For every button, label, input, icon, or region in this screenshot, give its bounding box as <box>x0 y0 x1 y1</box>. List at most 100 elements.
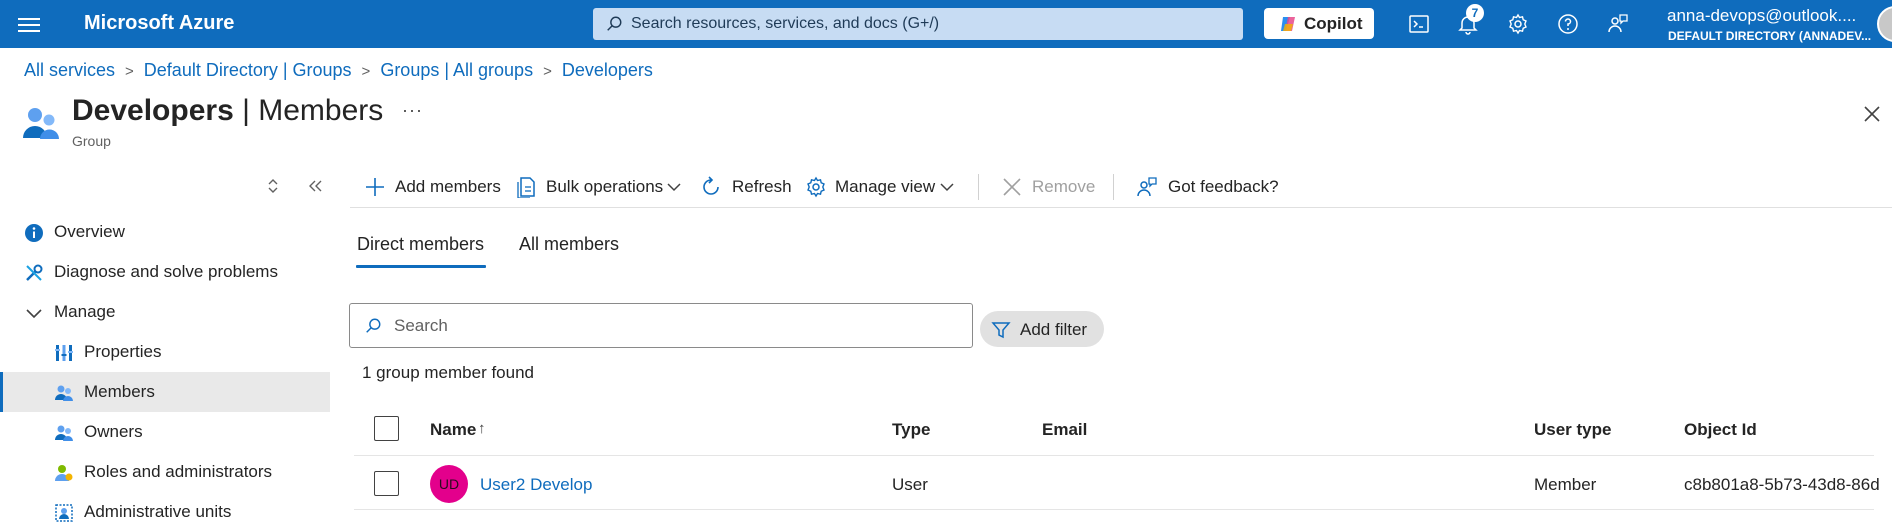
sidebar-item-label: Overview <box>54 222 125 241</box>
tab-direct-members[interactable]: Direct members <box>357 234 484 255</box>
account-avatar[interactable] <box>1877 6 1892 42</box>
info-icon <box>25 224 43 242</box>
member-user-type: Member <box>1534 475 1597 494</box>
member-search-input[interactable] <box>394 315 954 337</box>
remove-label: Remove <box>1032 177 1096 196</box>
page-title-group-name: Developers <box>72 94 234 127</box>
breadcrumb-groups-all-groups[interactable]: Groups | All groups <box>380 60 533 80</box>
admin-units-icon <box>55 504 73 522</box>
toolbar-divider <box>1113 174 1114 200</box>
sidebar-item-label: Roles and administrators <box>84 462 273 481</box>
search-icon <box>607 16 622 31</box>
manage-view-label: Manage view <box>835 177 936 196</box>
sidebar-item-label: Administrative units <box>84 502 232 521</box>
roles-icon <box>55 465 73 481</box>
member-search-box[interactable] <box>349 303 973 348</box>
close-icon[interactable] <box>1862 104 1882 124</box>
settings-gear-icon[interactable] <box>1506 12 1530 36</box>
wrench-icon <box>26 264 43 281</box>
column-header-email[interactable]: Email <box>1042 420 1087 440</box>
properties-icon <box>55 345 73 361</box>
column-header-name[interactable]: Name <box>430 420 476 440</box>
member-name-link[interactable]: User2 Develop <box>480 475 592 495</box>
active-tab-indicator <box>356 265 486 268</box>
copilot-button[interactable]: Copilot <box>1264 8 1374 39</box>
breadcrumb: All services > Default Directory | Groups >… <box>24 60 653 81</box>
global-search-input[interactable]: Search resources, services, and docs (G+… <box>593 8 1243 40</box>
row-divider <box>354 509 1874 510</box>
got-feedback-button[interactable]: Got feedback? <box>1136 174 1279 198</box>
add-filter-label: Add filter <box>1020 320 1088 339</box>
refresh-button[interactable]: Refresh <box>700 174 792 198</box>
top-bar: Microsoft Azure Search resources, servic… <box>0 0 1892 48</box>
sidebar-item-owners[interactable]: Owners <box>0 412 330 452</box>
sidebar-item-overview[interactable]: Overview <box>0 212 330 252</box>
sidebar-item-administrative-units[interactable]: Administrative units <box>0 492 330 526</box>
select-all-checkbox[interactable] <box>374 416 399 441</box>
copilot-label: Copilot <box>1304 14 1363 33</box>
member-type: User <box>892 475 928 494</box>
member-avatar: UD <box>430 465 468 503</box>
sidebar-item-label: Members <box>84 382 155 401</box>
add-filter-button[interactable]: Add filter <box>980 311 1104 347</box>
manage-view-button[interactable]: Manage view <box>805 174 957 198</box>
help-question-icon[interactable] <box>1556 12 1580 36</box>
refresh-icon <box>703 176 719 195</box>
got-feedback-label: Got feedback? <box>1168 177 1279 196</box>
sidebar-item-properties[interactable]: Properties <box>0 332 330 372</box>
sidebar-item-label: Properties <box>84 342 162 361</box>
column-header-type[interactable]: Type <box>892 420 930 440</box>
account-directory[interactable]: DEFAULT DIRECTORY (ANNADEV... <box>1668 29 1871 43</box>
sidebar-item-label: Diagnose and solve problems <box>54 262 278 281</box>
result-count: 1 group member found <box>362 363 534 382</box>
bulk-operations-label: Bulk operations <box>546 177 664 196</box>
bulk-operations-button[interactable]: Bulk operations <box>516 174 684 198</box>
sidebar-item-members[interactable]: Members <box>0 372 330 412</box>
toolbar-divider <box>978 174 979 200</box>
breadcrumb-all-services[interactable]: All services <box>24 60 115 80</box>
remove-button[interactable]: Remove <box>1001 174 1096 198</box>
sidebar-item-label: Manage <box>54 302 116 321</box>
refresh-label: Refresh <box>732 177 792 196</box>
row-select-checkbox[interactable] <box>374 471 399 496</box>
sidebar-item-roles-and-administrators[interactable]: Roles and administrators <box>0 452 330 492</box>
column-header-user-type[interactable]: User type <box>1534 420 1611 440</box>
collapse-sidebar-icon[interactable] <box>307 178 323 194</box>
plus-icon <box>366 178 384 196</box>
feedback-icon[interactable] <box>1606 12 1630 36</box>
page-title-section: | Members <box>233 94 384 127</box>
column-header-object-id[interactable]: Object Id <box>1684 420 1757 440</box>
chevron-down-icon <box>667 183 681 192</box>
close-icon <box>1003 178 1021 196</box>
breadcrumb-developers[interactable]: Developers <box>562 60 653 80</box>
toolbar-divider-line <box>350 207 1892 208</box>
sort-toggle-icon[interactable] <box>265 178 281 194</box>
cloud-shell-icon[interactable] <box>1407 12 1431 36</box>
brand-title[interactable]: Microsoft Azure <box>84 12 234 35</box>
member-object-id: c8b801a8-5b73-43d8-86d <box>1684 475 1880 494</box>
page-subtitle: Group <box>72 133 111 149</box>
sidebar-item-label: Owners <box>84 422 143 441</box>
sidebar-item-diagnose[interactable]: Diagnose and solve problems <box>0 252 330 292</box>
tab-all-members[interactable]: All members <box>519 234 619 255</box>
header-row-divider <box>354 455 1874 456</box>
bulk-operations-icon <box>517 177 535 198</box>
notifications-badge: 7 <box>1466 4 1484 22</box>
account-email[interactable]: anna-devops@outlook.... <box>1667 6 1856 26</box>
feedback-icon <box>1137 177 1157 197</box>
sort-ascending-icon[interactable]: ↑ <box>478 420 486 437</box>
copilot-icon <box>1281 17 1295 31</box>
breadcrumb-default-directory-groups[interactable]: Default Directory | Groups <box>144 60 352 80</box>
page-title: Developers | Members <box>72 94 383 128</box>
hamburger-menu-icon[interactable] <box>18 14 40 34</box>
chevron-down-icon <box>26 309 42 319</box>
add-members-button[interactable]: Add members <box>364 174 501 198</box>
sidebar-item-manage[interactable]: Manage <box>0 292 330 332</box>
members-icon <box>55 385 73 401</box>
filter-funnel-icon <box>991 322 1011 339</box>
breadcrumb-separator-icon: > <box>361 63 371 80</box>
breadcrumb-separator-icon: > <box>125 63 134 80</box>
more-actions-button[interactable]: ··· <box>402 100 423 121</box>
search-icon <box>366 318 381 333</box>
global-search-placeholder: Search resources, services, and docs (G+… <box>631 15 940 32</box>
